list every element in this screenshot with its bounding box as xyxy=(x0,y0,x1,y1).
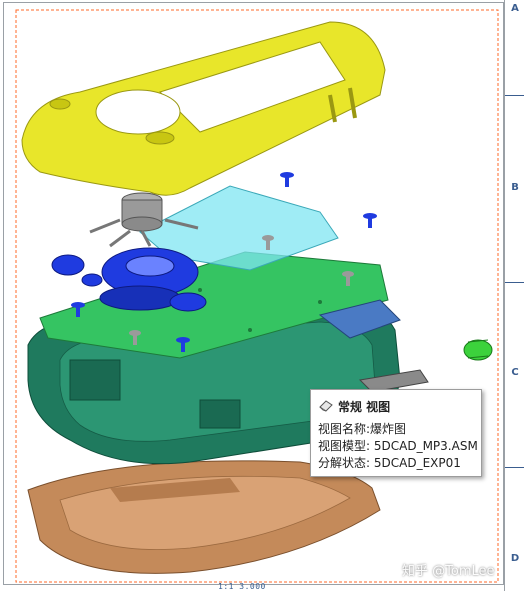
scale-label: 1:1 3.000 xyxy=(218,582,266,591)
screw[interactable] xyxy=(280,172,294,187)
front-bezel-part[interactable] xyxy=(21,21,386,196)
ruler-tick xyxy=(505,95,524,96)
row-value: 5DCAD_EXP01 xyxy=(373,456,461,470)
ruler-tick xyxy=(505,282,524,283)
tooltip-header: 常规 视图 xyxy=(318,398,390,415)
ruler-label-d: D xyxy=(510,553,520,564)
row-value: 爆炸图 xyxy=(370,422,407,436)
ruler-label-c: C xyxy=(511,367,519,378)
ruler-tick xyxy=(505,467,524,468)
bottom-cover-part[interactable] xyxy=(27,460,381,574)
cad-viewport[interactable]: A B C D 1:1 3.000 常规 视图 视图名称:爆炸图 视图模型: 5… xyxy=(0,0,524,591)
tooltip-row-view-model: 视图模型: 5DCAD_MP3.ASM xyxy=(318,437,478,454)
row-label: 视图模型: xyxy=(318,439,371,453)
scroll-wheel-part[interactable] xyxy=(51,247,207,312)
view-info-tooltip: 常规 视图 视图名称:爆炸图 视图模型: 5DCAD_MP3.ASM 分解状态:… xyxy=(310,389,482,477)
small-green-part[interactable] xyxy=(463,339,493,361)
row-label: 视图名称: xyxy=(318,422,371,436)
ruler-label-a: A xyxy=(511,3,519,14)
row-label: 分解状态: xyxy=(318,456,371,470)
watermark: 知乎 @TomLee xyxy=(402,564,495,579)
tooltip-title: 常规 视图 xyxy=(338,400,391,414)
sheet-ruler: A B C D xyxy=(504,0,524,591)
ruler-label-b: B xyxy=(511,182,519,193)
row-value: 5DCAD_MP3.ASM xyxy=(373,439,478,453)
eraser-view-icon xyxy=(318,398,334,415)
screw[interactable] xyxy=(363,213,377,228)
tooltip-row-explode-state: 分解状态: 5DCAD_EXP01 xyxy=(318,454,461,471)
tooltip-row-view-name: 视图名称:爆炸图 xyxy=(318,420,406,437)
exploded-assembly-view[interactable] xyxy=(0,0,524,591)
